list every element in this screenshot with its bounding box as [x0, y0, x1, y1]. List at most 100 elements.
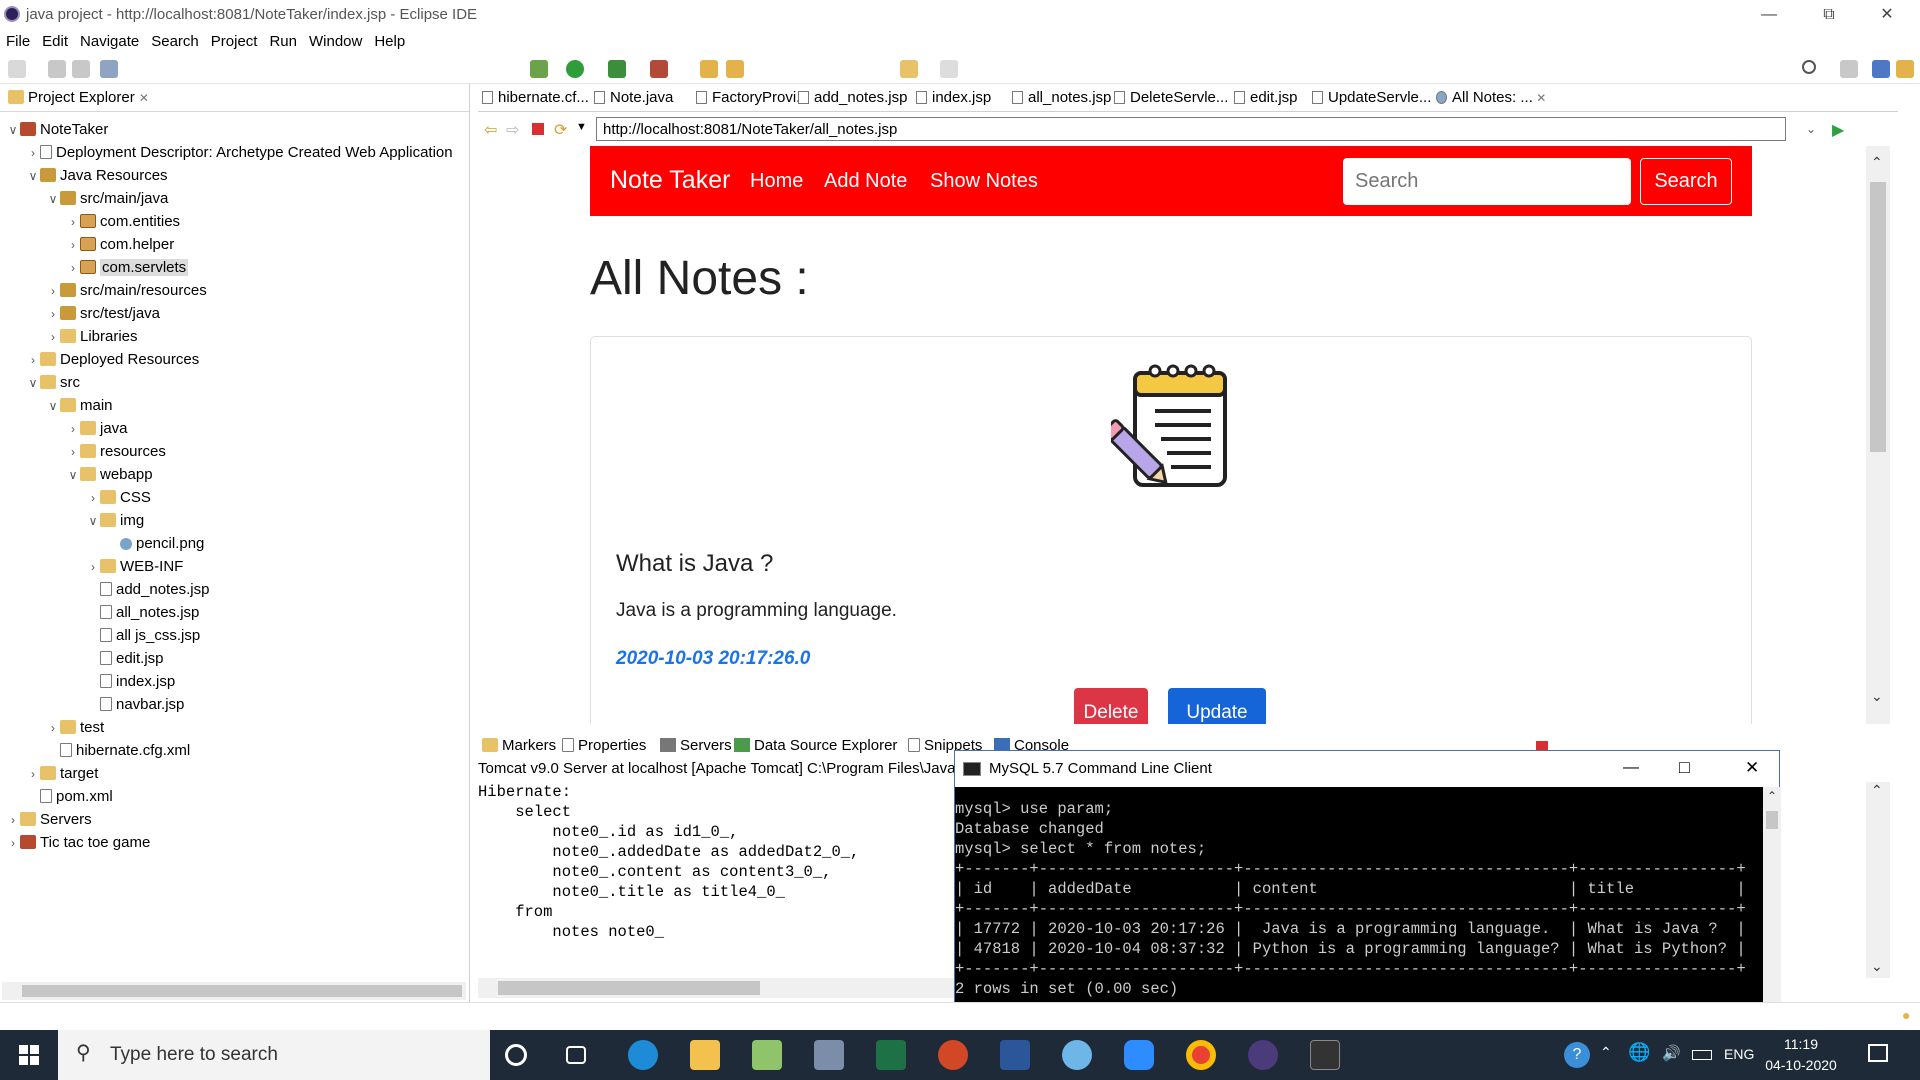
- url-history-icon[interactable]: ⌄: [1806, 122, 1816, 136]
- tree-item[interactable]: › target: [26, 763, 98, 785]
- chevron-right-icon[interactable]: ›: [66, 211, 80, 233]
- mysql-client-window[interactable]: MySQL 5.7 Command Line Client — □ ✕ mysq…: [954, 750, 1781, 1031]
- clock[interactable]: 11:19 04-10-2020: [1758, 1034, 1844, 1076]
- notepad-icon[interactable]: [752, 1040, 782, 1070]
- help-icon[interactable]: ?: [1564, 1042, 1590, 1068]
- chevron-right-icon[interactable]: ›: [26, 142, 40, 164]
- battery-icon[interactable]: [1692, 1050, 1712, 1060]
- tree-item[interactable]: ∨ img: [86, 510, 145, 532]
- chevron-right-icon[interactable]: ›: [86, 556, 100, 578]
- back-arrow-icon[interactable]: ⇦: [484, 120, 497, 140]
- tree-item[interactable]: ∨ NoteTaker: [6, 119, 109, 141]
- paint-icon[interactable]: [1062, 1040, 1092, 1070]
- word-icon[interactable]: [1000, 1040, 1030, 1070]
- back-icon[interactable]: [900, 60, 918, 78]
- close-button[interactable]: ✕: [1858, 0, 1916, 30]
- tree-item[interactable]: › src/test/java: [46, 303, 160, 325]
- mysql-taskbar-icon[interactable]: [1310, 1040, 1340, 1070]
- close-icon[interactable]: ✕: [139, 91, 149, 105]
- chevron-right-icon[interactable]: ›: [26, 763, 40, 785]
- tree-item[interactable]: › Deployed Resources: [26, 349, 199, 371]
- menu-help[interactable]: Help: [368, 30, 411, 50]
- tree-item[interactable]: navbar.jsp: [86, 694, 184, 716]
- tab-properties[interactable]: Properties: [562, 737, 646, 754]
- update-button[interactable]: Update: [1168, 688, 1266, 724]
- tree-item[interactable]: › com.entities: [66, 211, 180, 233]
- task-view-icon[interactable]: [566, 1046, 586, 1064]
- chevron-up-icon[interactable]: ⌃: [1600, 1044, 1612, 1061]
- powerpoint-icon[interactable]: [938, 1040, 968, 1070]
- nav-link-home[interactable]: Home: [750, 170, 803, 193]
- excel-icon[interactable]: [876, 1040, 906, 1070]
- menu-window[interactable]: Window: [303, 30, 368, 50]
- editor-tab[interactable]: all_notes.jsp: [1012, 89, 1111, 106]
- chrome-icon[interactable]: [1186, 1040, 1216, 1070]
- run-icon[interactable]: [566, 60, 584, 78]
- console-horizontal-scrollbar[interactable]: [478, 978, 954, 998]
- project-explorer-tab[interactable]: Project Explorer ✕: [0, 84, 469, 112]
- chevron-right-icon[interactable]: ›: [6, 809, 20, 831]
- tree-item[interactable]: ∨ webapp: [66, 464, 153, 486]
- chevron-down-icon[interactable]: ∨: [26, 165, 40, 187]
- editor-tab[interactable]: edit.jsp: [1234, 89, 1298, 106]
- mysql-close-button[interactable]: ✕: [1745, 758, 1759, 778]
- start-button[interactable]: [0, 1030, 58, 1080]
- chevron-right-icon[interactable]: ›: [66, 257, 80, 279]
- chevron-down-icon[interactable]: ∨: [26, 372, 40, 394]
- nav-link-show-notes[interactable]: Show Notes: [930, 170, 1038, 193]
- chevron-right-icon[interactable]: ›: [66, 234, 80, 256]
- editor-tab[interactable]: FactoryProvi...: [696, 89, 809, 106]
- chevron-right-icon[interactable]: ›: [66, 418, 80, 440]
- tree-item[interactable]: add_notes.jsp: [86, 579, 209, 601]
- chevron-right-icon[interactable]: ›: [86, 487, 100, 509]
- browser-vertical-scrollbar[interactable]: ⌃ ⌄: [1866, 146, 1890, 724]
- debug-icon[interactable]: [530, 60, 548, 78]
- tree-item[interactable]: › Deployment Descriptor: Archetype Create…: [26, 142, 453, 164]
- chevron-right-icon[interactable]: ›: [46, 303, 60, 325]
- save-all-icon[interactable]: [72, 60, 90, 78]
- navbar-search-button[interactable]: Search: [1640, 158, 1732, 205]
- menu-file[interactable]: File: [0, 30, 36, 50]
- chevron-right-icon[interactable]: ›: [46, 280, 60, 302]
- tree-item[interactable]: › resources: [66, 441, 166, 463]
- url-input[interactable]: [596, 117, 1786, 141]
- edge-icon[interactable]: [628, 1040, 658, 1070]
- menu-search[interactable]: Search: [145, 30, 205, 50]
- tree-item[interactable]: pom.xml: [26, 786, 113, 808]
- tree-item[interactable]: › Tic tac toe game: [6, 832, 150, 854]
- editor-tab[interactable]: hibernate.cf...: [482, 89, 589, 106]
- go-icon[interactable]: ▶: [1832, 120, 1844, 140]
- navbar-search-input[interactable]: [1343, 158, 1631, 205]
- minimize-button[interactable]: —: [1740, 0, 1798, 30]
- tree-item[interactable]: ∨ Java Resources: [26, 165, 168, 187]
- chevron-down-icon[interactable]: ∨: [46, 395, 60, 417]
- nav-link-add-note[interactable]: Add Note: [824, 170, 907, 193]
- app-icon[interactable]: [814, 1040, 844, 1070]
- delete-button[interactable]: Delete: [1074, 688, 1148, 724]
- eclipse-taskbar-icon[interactable]: [1248, 1040, 1278, 1070]
- tree-item[interactable]: › WEB-INF: [86, 556, 183, 578]
- menu-project[interactable]: Project: [205, 30, 264, 50]
- chevron-down-icon[interactable]: ∨: [46, 188, 60, 210]
- tree-item[interactable]: index.jsp: [86, 671, 175, 693]
- editor-tab[interactable]: All Notes: ... ✕: [1436, 89, 1547, 106]
- navbar-brand[interactable]: Note Taker: [610, 166, 730, 195]
- stop-icon[interactable]: [532, 123, 544, 135]
- tree-item[interactable]: › test: [46, 717, 104, 739]
- editor-tab[interactable]: UpdateServle...: [1312, 89, 1431, 106]
- java-ee-perspective-icon[interactable]: [1872, 60, 1890, 78]
- tree-item[interactable]: edit.jsp: [86, 648, 164, 670]
- taskbar-search-box[interactable]: ⚲ Type here to search: [58, 1030, 490, 1080]
- tab-markers[interactable]: Markers: [482, 737, 556, 754]
- close-icon[interactable]: ✕: [1533, 91, 1546, 105]
- tree-item[interactable]: › Servers: [6, 809, 92, 831]
- save-icon[interactable]: [48, 60, 66, 78]
- tree-item[interactable]: pencil.png: [106, 533, 204, 555]
- tree-item[interactable]: hibernate.cfg.xml: [46, 740, 190, 762]
- tree-item[interactable]: › CSS: [86, 487, 151, 509]
- tip-icon[interactable]: ●: [1902, 1007, 1910, 1023]
- tree-item[interactable]: ∨ main: [46, 395, 113, 417]
- open-type-icon[interactable]: [726, 60, 744, 78]
- search-toolbar-icon[interactable]: [1802, 60, 1816, 74]
- chevron-right-icon[interactable]: ›: [46, 717, 60, 739]
